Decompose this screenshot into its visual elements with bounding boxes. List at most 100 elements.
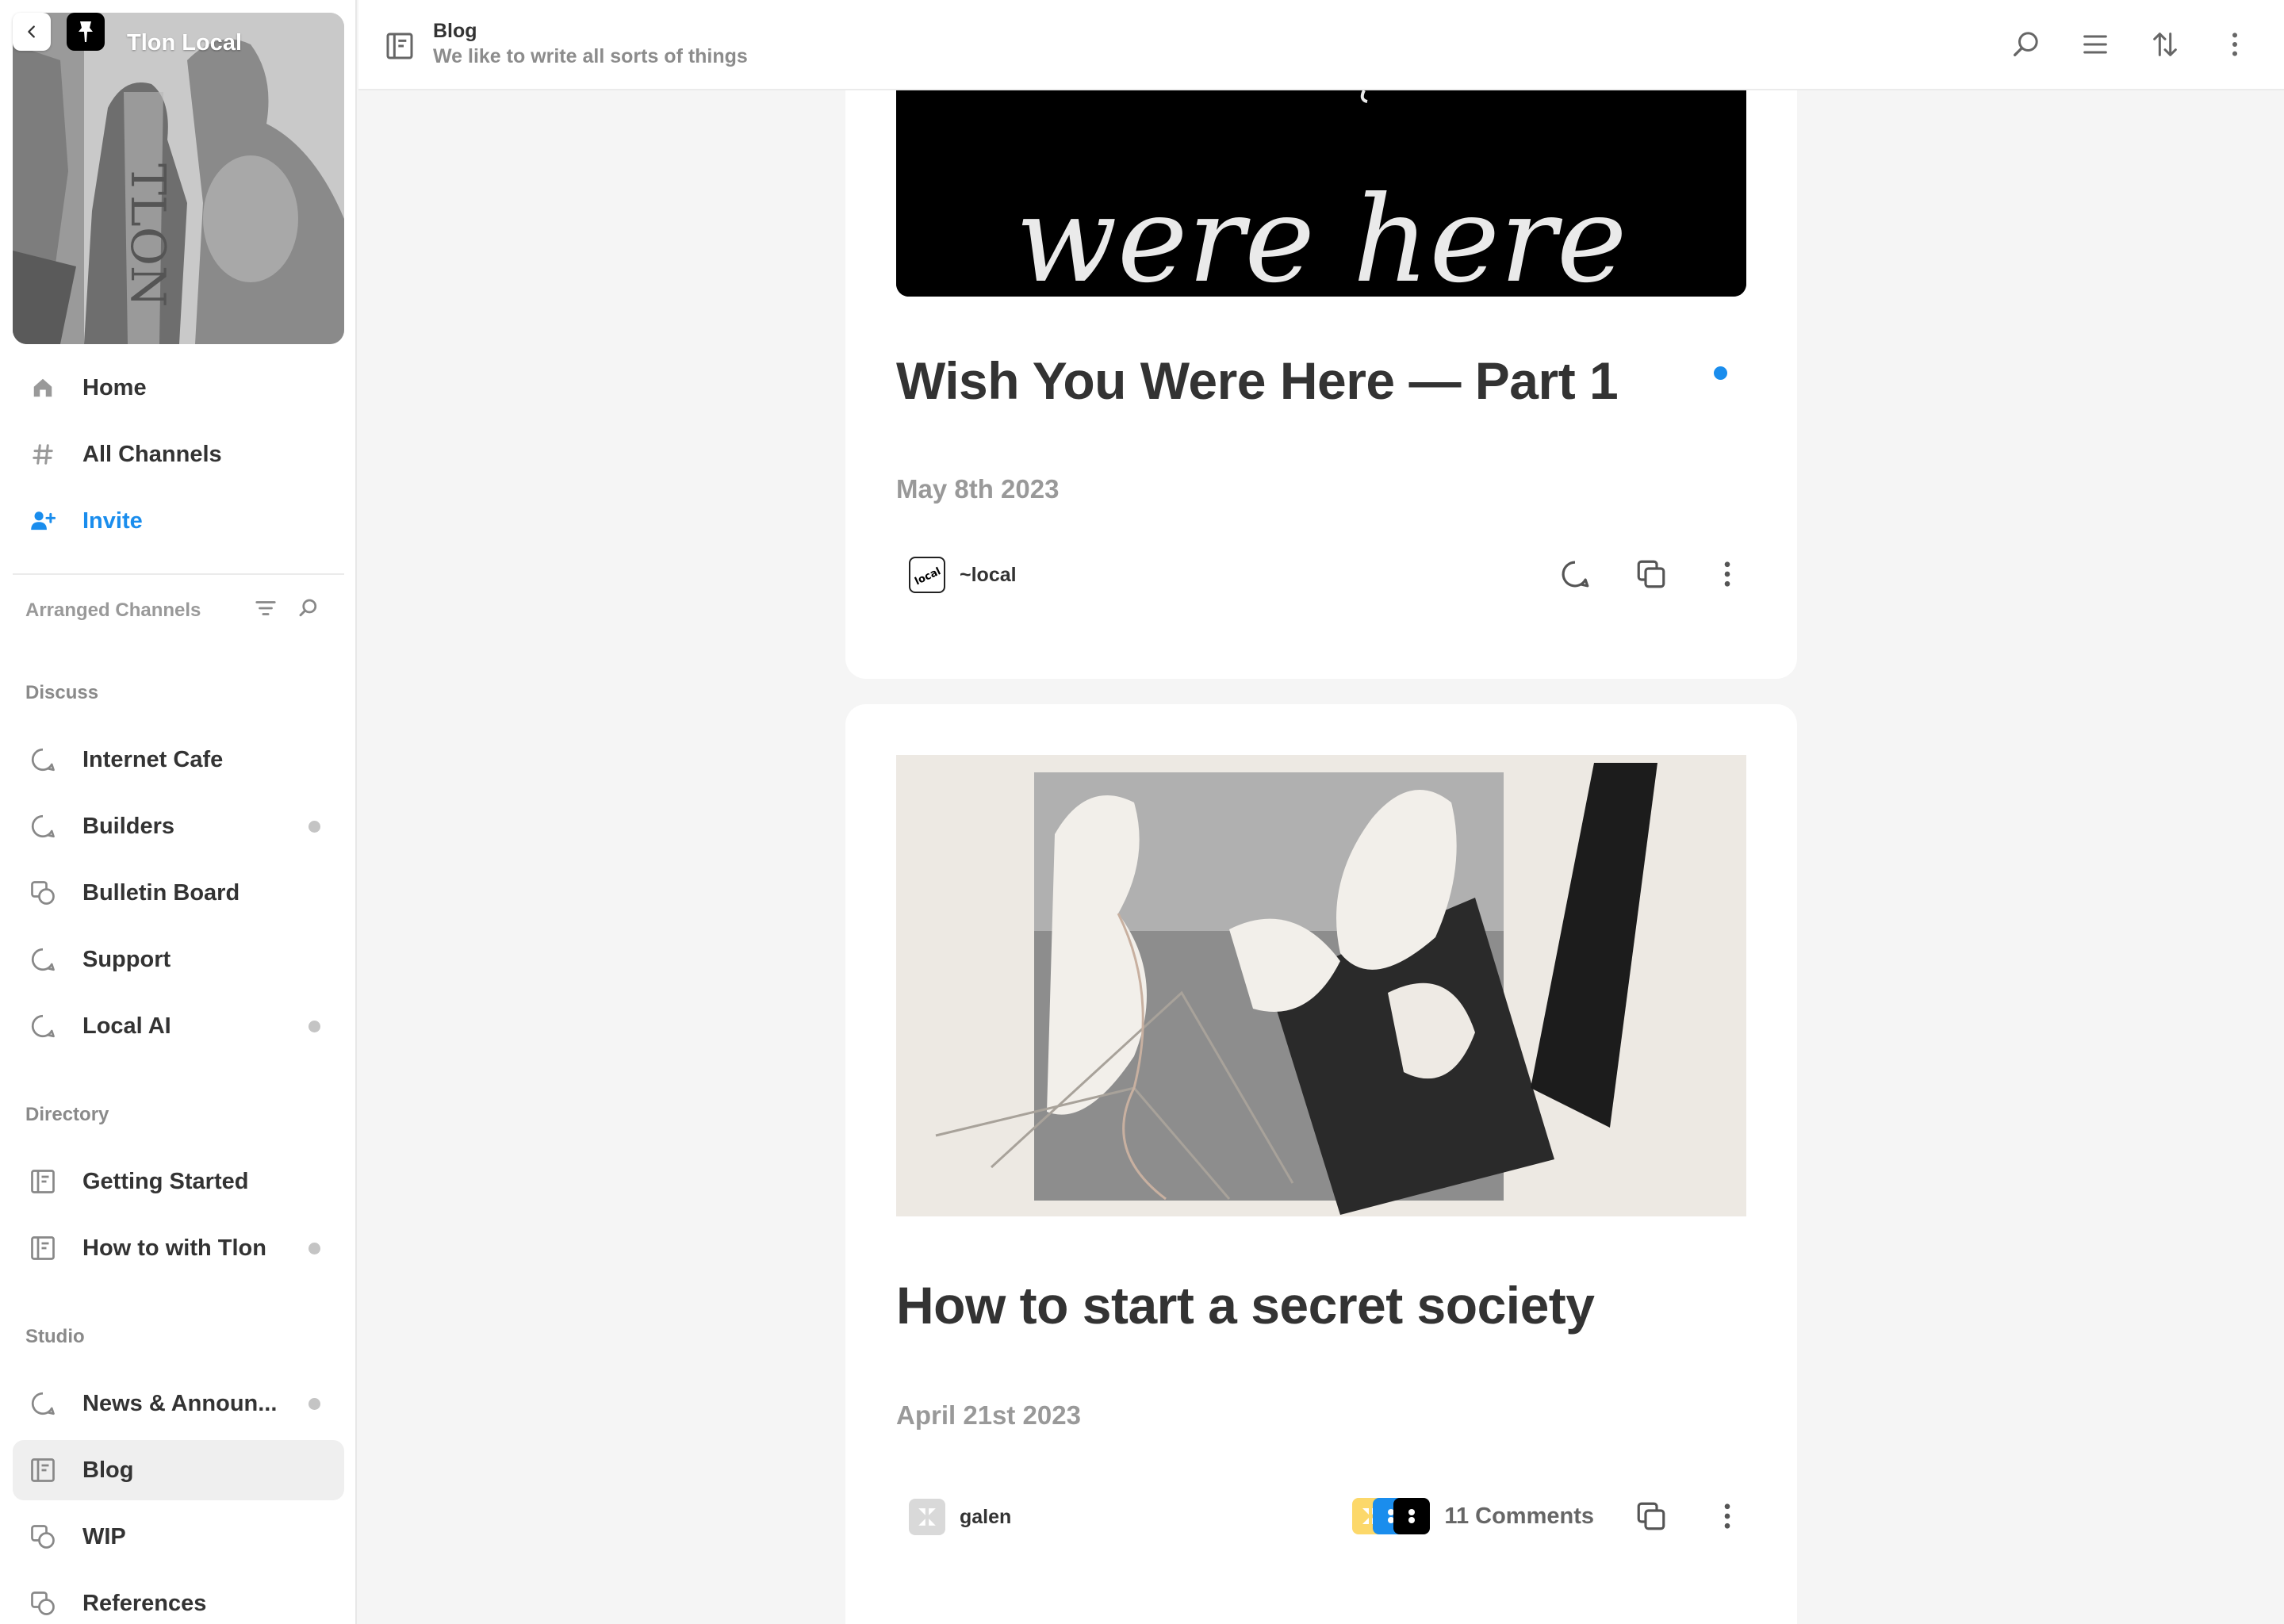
sigil-icon <box>1408 1509 1416 1523</box>
chat-bubble-icon <box>29 812 57 841</box>
local-logo-icon: local <box>913 565 942 588</box>
chevron-left-icon <box>28 25 35 38</box>
gallery-icon <box>29 1589 57 1618</box>
chat-bubble-icon <box>29 945 57 974</box>
nav-invite-label: Invite <box>82 508 143 534</box>
group-name[interactable]: Tlon Local <box>127 30 242 56</box>
view-mode-button[interactable] <box>2076 25 2114 63</box>
commenter-avatar <box>1393 1498 1431 1534</box>
channel-wip[interactable]: WIP <box>13 1507 344 1567</box>
post-cover-image[interactable]: were here <box>896 90 1746 297</box>
channel-news-announcements[interactable]: News & Announ... <box>13 1373 344 1434</box>
channel-blog[interactable]: Blog <box>13 1440 344 1500</box>
channel-label: WIP <box>82 1523 126 1549</box>
channel-label: Bulletin Board <box>82 879 240 906</box>
author-avatar <box>909 1499 945 1535</box>
section-title-studio: Studio <box>25 1326 85 1347</box>
kebab-menu-icon <box>2232 33 2237 56</box>
nav-home[interactable]: Home <box>13 358 344 418</box>
post-actions: 11 Comments <box>1352 1497 1746 1535</box>
copy-link-button[interactable] <box>1632 555 1670 593</box>
nav-all-channels[interactable]: All Channels <box>13 424 344 485</box>
section-title-directory: Directory <box>25 1104 109 1125</box>
svg-text:local: local <box>913 565 942 588</box>
more-options-button[interactable] <box>2216 25 2254 63</box>
gallery-icon <box>29 1522 57 1551</box>
post-menu-button[interactable] <box>1708 1497 1746 1535</box>
post-title[interactable]: How to start a secret society <box>896 1275 1595 1335</box>
chat-bubble-icon <box>29 1012 57 1040</box>
channel-title: Blog <box>433 20 477 42</box>
post-date: April 21st 2023 <box>896 1400 1081 1430</box>
search-button[interactable] <box>2006 25 2044 63</box>
sidebar-divider <box>13 573 344 575</box>
group-cover-image: TLON <box>13 13 344 344</box>
comments-button[interactable]: 11 Comments <box>1352 1498 1594 1534</box>
channel-header: Blog We like to write all sorts of thing… <box>358 0 2284 90</box>
channel-builders[interactable]: Builders <box>13 796 344 856</box>
filter-icon <box>255 601 276 615</box>
unread-dot <box>308 1020 320 1032</box>
handwriting-image: were here <box>896 90 1746 297</box>
copy-icon <box>1637 1502 1665 1530</box>
section-title-discuss: Discuss <box>25 682 99 703</box>
nav-invite[interactable]: Invite <box>13 491 344 551</box>
header-actions <box>2006 25 2254 63</box>
author-name: galen <box>960 1505 1012 1528</box>
chat-bubble-icon <box>1562 561 1589 588</box>
channel-getting-started[interactable]: Getting Started <box>13 1151 344 1212</box>
post-author[interactable]: galen <box>909 1499 1011 1535</box>
collage-image <box>896 755 1746 1216</box>
copy-link-button[interactable] <box>1632 1497 1670 1535</box>
handwritten-text: were here <box>1015 171 1627 297</box>
commenter-avatars <box>1352 1498 1431 1534</box>
post-card[interactable]: How to start a secret society April 21st… <box>845 704 1797 1624</box>
post-feed: were here Wish You Were Here — Part 1 Ma… <box>358 90 2284 1624</box>
author-avatar: local <box>909 557 945 593</box>
arranged-channels-tools <box>254 596 320 624</box>
channel-bulletin-board[interactable]: Bulletin Board <box>13 863 344 923</box>
channel-support[interactable]: Support <box>13 929 344 990</box>
back-button[interactable] <box>13 13 51 51</box>
search-icon <box>2014 32 2038 57</box>
sort-button[interactable] <box>2146 25 2184 63</box>
notebook-icon <box>29 1456 57 1484</box>
author-name: ~local <box>960 563 1017 586</box>
search-icon <box>299 599 317 617</box>
post-card[interactable]: were here Wish You Were Here — Part 1 Ma… <box>845 90 1797 679</box>
channel-references[interactable]: References <box>13 1573 344 1624</box>
arranged-channels-label: Arranged Channels <box>25 599 201 621</box>
gallery-icon <box>29 879 57 907</box>
group-avatar <box>67 13 105 51</box>
kebab-menu-icon <box>1724 1503 1730 1529</box>
post-author[interactable]: local ~local <box>909 557 1017 593</box>
channel-search-button[interactable] <box>297 596 320 624</box>
channel-local-ai[interactable]: Local AI <box>13 996 344 1056</box>
sidebar: TLON Tlon Local Home All Channels Invite… <box>0 0 357 1624</box>
filter-button[interactable] <box>254 596 278 624</box>
notebook-icon <box>29 1234 57 1262</box>
channel-label: Builders <box>82 813 175 839</box>
svg-text:TLON: TLON <box>120 163 175 308</box>
kebab-menu-icon <box>1724 561 1730 587</box>
notebook-icon <box>386 33 413 59</box>
unread-dot <box>308 1242 320 1254</box>
chat-bubble-icon <box>29 1389 57 1418</box>
channel-label: References <box>82 1590 207 1616</box>
post-cover-image[interactable] <box>896 755 1746 1216</box>
chat-bubble-icon <box>29 745 57 774</box>
post-menu-button[interactable] <box>1708 555 1746 593</box>
channel-label: Blog <box>82 1457 134 1483</box>
post-title[interactable]: Wish You Were Here — Part 1 <box>896 350 1619 411</box>
post-actions <box>1556 555 1746 593</box>
comment-button[interactable] <box>1556 555 1594 593</box>
channel-internet-cafe[interactable]: Internet Cafe <box>13 730 344 790</box>
notebook-icon <box>29 1167 57 1196</box>
channel-label: Internet Cafe <box>82 746 224 772</box>
unread-dot <box>308 1397 320 1410</box>
sigil-icon <box>918 1508 936 1526</box>
pushpin-icon <box>79 21 93 42</box>
channel-how-to-with-tlon[interactable]: How to with Tlon <box>13 1218 344 1278</box>
unread-indicator <box>1714 366 1727 380</box>
nav-all-channels-label: All Channels <box>82 441 222 467</box>
